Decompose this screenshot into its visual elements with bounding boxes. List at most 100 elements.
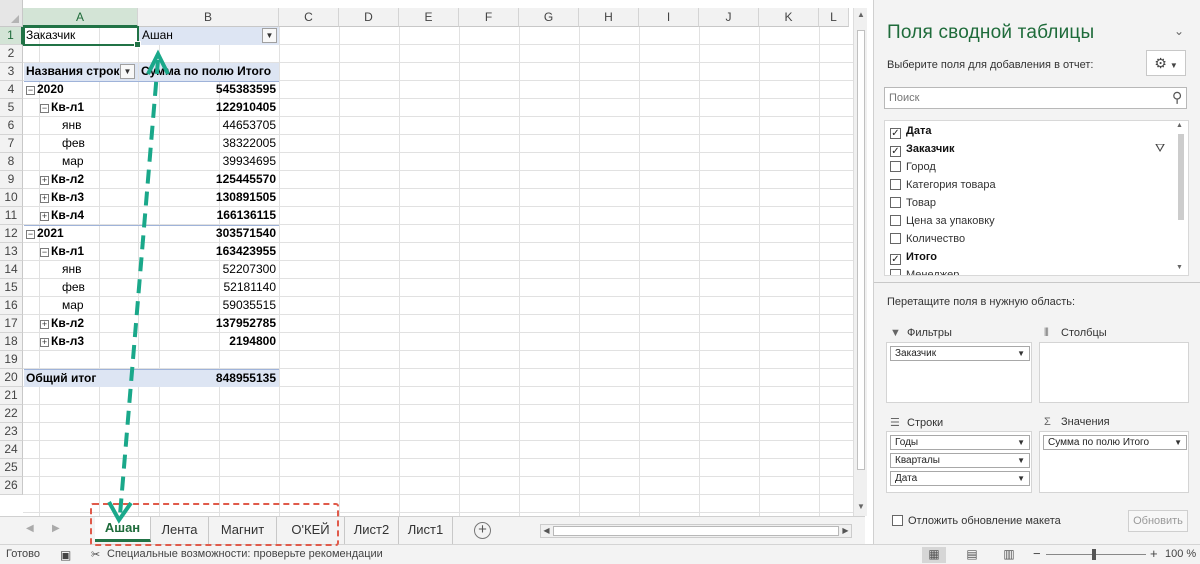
spreadsheet-area[interactable]: ABCDEFGHIJKL 1 2 3 4 5 6 7 8 9 10 11 12 13 14 15 16 17 18… (0, 0, 865, 516)
collapse-icon[interactable]: − (40, 104, 49, 113)
expand-icon[interactable]: + (40, 338, 49, 347)
row-labels-filter-dropdown[interactable]: ▼ (120, 64, 135, 79)
field-item[interactable]: Категория товара (890, 177, 996, 195)
checkbox-checked-icon[interactable]: ✓ (890, 254, 901, 265)
area-field-chip[interactable]: Годы ▼ (890, 435, 1030, 450)
tab-prev-icon[interactable]: ◀ (26, 523, 34, 534)
zoom-slider[interactable] (1046, 554, 1146, 555)
field-item[interactable]: ✓ Итого (890, 249, 937, 267)
checkbox-checked-icon[interactable]: ✓ (890, 128, 901, 139)
row-header-25[interactable]: 25 (0, 459, 23, 477)
pivot-row-label[interactable]: фев (62, 135, 144, 153)
pivot-row-value[interactable]: 39934695 (139, 153, 279, 171)
normal-view-icon[interactable]: ▦ (922, 547, 946, 563)
collapse-icon[interactable]: − (26, 230, 35, 239)
row-header-8[interactable]: 8 (0, 153, 23, 171)
vertical-scrollbar[interactable]: ▲ ▼ (853, 8, 867, 516)
pivot-row-label[interactable]: + Кв-л3 (40, 189, 136, 207)
pivot-row-value[interactable]: 166136115 (139, 207, 279, 225)
chevron-down-icon[interactable]: ▼ (1174, 436, 1182, 449)
pivot-row-label[interactable]: − Кв-л1 (40, 99, 136, 117)
pane-collapse-icon[interactable]: ⌄ (1174, 24, 1184, 38)
pivot-row-label[interactable]: −2020 (26, 81, 136, 99)
column-header-f[interactable]: F (459, 8, 519, 27)
row-header-4[interactable]: 4 (0, 81, 23, 99)
column-header-g[interactable]: G (519, 8, 579, 27)
pivot-row-value[interactable]: 122910405 (139, 99, 279, 117)
row-header-13[interactable]: 13 (0, 243, 23, 261)
pane-settings-button[interactable]: ⚙ ▼ (1146, 50, 1186, 76)
pivot-row-label[interactable]: янв (62, 117, 144, 135)
macro-record-icon[interactable]: ▣ (60, 548, 71, 562)
expand-icon[interactable]: + (40, 212, 49, 221)
field-item[interactable]: Город (890, 159, 936, 177)
scroll-thumb[interactable] (857, 30, 865, 470)
zoom-slider-thumb[interactable] (1092, 549, 1096, 560)
chevron-down-icon[interactable]: ▼ (1017, 347, 1025, 360)
row-header-11[interactable]: 11 (0, 207, 23, 225)
column-header-k[interactable]: K (759, 8, 819, 27)
checkbox-checked-icon[interactable]: ✓ (890, 146, 901, 157)
zoom-in-icon[interactable]: + (1150, 546, 1158, 561)
pivot-row-value[interactable]: 38322005 (139, 135, 279, 153)
field-search-input[interactable] (884, 87, 1187, 109)
pivot-row-label[interactable]: + Кв-л2 (40, 315, 136, 333)
page-layout-view-icon[interactable]: ▤ (960, 547, 984, 563)
page-break-view-icon[interactable]: ▥ (997, 547, 1021, 563)
grand-total-label[interactable]: Общий итог (24, 369, 139, 387)
funnel-icon[interactable]: ⛛ (1155, 141, 1165, 156)
defer-checkbox[interactable] (892, 515, 903, 526)
pivot-row-value[interactable]: 125445570 (139, 171, 279, 189)
column-header-c[interactable]: C (279, 8, 339, 27)
column-header-i[interactable]: I (639, 8, 699, 27)
pane-divider[interactable] (874, 282, 1200, 283)
column-header-b[interactable]: B (138, 8, 279, 27)
field-list-scroll-thumb[interactable] (1178, 134, 1184, 220)
row-header-20[interactable]: 20 (0, 369, 23, 387)
pivot-row-label[interactable]: фев (62, 279, 144, 297)
checkbox-empty-icon[interactable] (890, 179, 901, 190)
expand-icon[interactable]: + (40, 320, 49, 329)
horizontal-scrollbar[interactable]: ◀ ▶ (540, 524, 852, 538)
pivot-row-value[interactable]: 52181140 (139, 279, 279, 297)
pivot-row-label[interactable]: + Кв-л3 (40, 333, 136, 351)
row-header-3[interactable]: 3 (0, 63, 23, 81)
row-header-21[interactable]: 21 (0, 387, 23, 405)
scroll-up-icon[interactable]: ▲ (1176, 122, 1183, 129)
row-header-12[interactable]: 12 (0, 225, 23, 243)
chevron-down-icon[interactable]: ▼ (1017, 454, 1025, 467)
checkbox-empty-icon[interactable] (890, 197, 901, 208)
add-sheet-button[interactable]: + (474, 522, 491, 539)
pivot-row-value[interactable]: 2194800 (139, 333, 279, 351)
pivot-row-value[interactable]: 44653705 (139, 117, 279, 135)
checkbox-empty-icon[interactable] (890, 233, 901, 244)
area-field-chip[interactable]: Дата ▼ (890, 471, 1030, 486)
column-header-l[interactable]: L (819, 8, 849, 27)
chevron-down-icon[interactable]: ▼ (1017, 472, 1025, 485)
columns-drop-area[interactable] (1039, 342, 1189, 403)
tab-next-icon[interactable]: ▶ (52, 523, 60, 534)
pivot-row-value[interactable]: 52207300 (139, 261, 279, 279)
update-button[interactable]: Обновить (1128, 510, 1188, 532)
row-header-9[interactable]: 9 (0, 171, 23, 189)
scroll-down-icon[interactable]: ▼ (856, 502, 866, 512)
column-header-d[interactable]: D (339, 8, 399, 27)
zoom-out-icon[interactable]: − (1033, 546, 1041, 561)
row-header-19[interactable]: 19 (0, 351, 23, 369)
column-header-j[interactable]: J (699, 8, 759, 27)
field-item[interactable]: Цена за упаковку (890, 213, 995, 231)
accessibility-status[interactable]: Специальные возможности: проверьте реком… (107, 548, 383, 560)
field-item[interactable]: ✓ Дата (890, 123, 931, 141)
sum-header[interactable]: Сумма по полю Итого (139, 63, 279, 81)
field-list-scrollbar[interactable]: ▲ ▼ (1175, 122, 1187, 274)
collapse-icon[interactable]: − (26, 86, 35, 95)
scroll-up-icon[interactable]: ▲ (856, 10, 866, 20)
row-header-18[interactable]: 18 (0, 333, 23, 351)
pivot-row-label[interactable]: мар (62, 297, 144, 315)
defer-update-option[interactable]: Отложить обновление макета (892, 515, 1061, 527)
row-header-26[interactable]: 26 (0, 477, 23, 495)
zoom-level[interactable]: 100 % (1165, 548, 1196, 560)
pivot-row-label[interactable]: −2021 (26, 225, 136, 243)
area-field-chip[interactable]: Сумма по полю Итого ▼ (1043, 435, 1187, 450)
pivot-row-value[interactable]: 545383595 (139, 81, 279, 99)
